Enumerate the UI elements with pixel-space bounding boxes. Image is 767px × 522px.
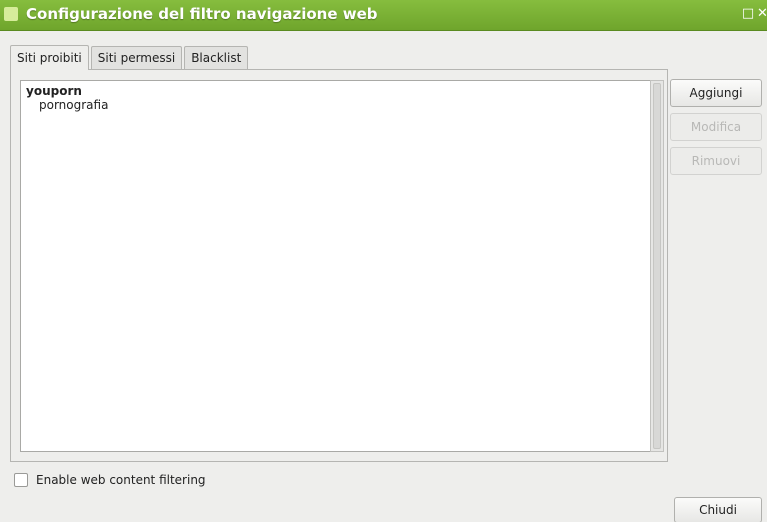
blocked-sites-list[interactable]: youporn pornografia [20,80,652,452]
scrollbar-thumb[interactable] [653,83,661,449]
enable-filter-label[interactable]: Enable web content filtering [36,473,206,487]
add-button[interactable]: Aggiungi [670,79,762,107]
app-icon [4,7,18,21]
title-bar[interactable]: Configurazione del filtro navigazione we… [0,0,767,31]
list-scrollbar[interactable] [650,80,664,452]
close-icon[interactable]: ✕ [757,7,767,21]
tab-bar: Siti proibiti Siti permessi Blacklist [10,45,250,70]
site-name: youporn [26,84,82,98]
tab-siti-permessi[interactable]: Siti permessi [90,46,183,69]
enable-filter-checkbox[interactable] [14,473,28,487]
remove-button[interactable]: Rimuovi [670,147,762,175]
edit-button[interactable]: Modifica [670,113,762,141]
tab-blacklist[interactable]: Blacklist [184,46,249,69]
close-button[interactable]: Chiudi [674,497,762,522]
maximize-icon[interactable]: □ [741,7,755,21]
enable-filter-row[interactable]: Enable web content filtering [14,472,206,488]
window-title: Configurazione del filtro navigazione we… [26,5,378,23]
site-category: pornografia [39,98,109,112]
list-item[interactable]: youporn pornografia [26,84,108,112]
dialog-window: Configurazione del filtro navigazione we… [0,0,767,522]
tab-siti-proibiti[interactable]: Siti proibiti [10,45,89,70]
